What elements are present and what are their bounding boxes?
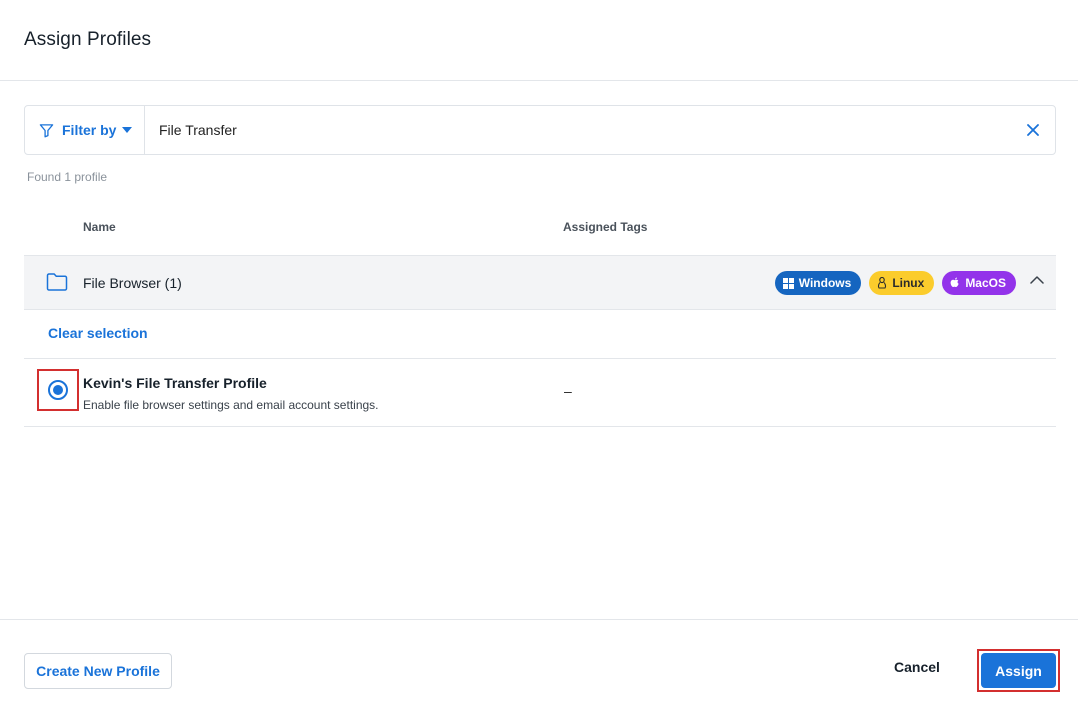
group-name: File Browser (1)	[83, 275, 182, 291]
chevron-up-icon[interactable]	[1030, 276, 1044, 284]
profile-row[interactable]: Kevin's File Transfer Profile Enable fil…	[24, 358, 1056, 427]
assign-profiles-dialog: Assign Profiles Filter by Found 1 profil…	[0, 0, 1078, 720]
close-icon[interactable]	[1025, 122, 1041, 138]
results-count: Found 1 profile	[27, 170, 108, 184]
apple-icon	[950, 277, 959, 287]
caret-down-icon	[122, 127, 133, 133]
filter-bar: Filter by	[24, 105, 1056, 155]
create-new-profile-button[interactable]: Create New Profile	[24, 653, 172, 689]
macos-badge: MacOS	[942, 271, 1016, 295]
filter-by-button[interactable]: Filter by	[25, 106, 145, 154]
linux-badge-label: Linux	[892, 276, 925, 290]
os-badges: Windows Linux MacOS	[774, 271, 1016, 295]
column-header-name: Name	[83, 220, 116, 234]
radio-highlight-frame	[37, 369, 79, 411]
macos-badge-label: MacOS	[965, 276, 1006, 290]
linux-icon	[878, 277, 887, 289]
filter-by-label: Filter by	[62, 122, 117, 138]
profile-group-row[interactable]: File Browser (1) Windows Linux MacOS	[24, 255, 1056, 310]
assign-button[interactable]: Assign	[981, 653, 1056, 688]
windows-icon	[782, 277, 794, 289]
profile-radio-selected[interactable]	[48, 380, 68, 400]
linux-badge: Linux	[869, 271, 935, 295]
filter-search-input[interactable]	[159, 119, 999, 141]
column-header-assigned-tags: Assigned Tags	[563, 220, 648, 234]
cancel-button[interactable]: Cancel	[894, 659, 940, 675]
assign-highlight-frame: Assign	[977, 649, 1060, 692]
windows-badge-label: Windows	[798, 276, 852, 290]
profile-description: Enable file browser settings and email a…	[83, 398, 379, 412]
filter-icon	[39, 123, 54, 137]
dialog-header: Assign Profiles	[0, 0, 1078, 81]
folder-icon	[46, 273, 68, 291]
dialog-footer: Create New Profile Cancel Assign	[0, 619, 1078, 720]
profile-assigned-tags: –	[564, 383, 572, 399]
windows-badge: Windows	[774, 271, 862, 295]
clear-selection-link[interactable]: Clear selection	[48, 325, 148, 341]
profile-name: Kevin's File Transfer Profile	[83, 375, 267, 391]
dialog-title: Assign Profiles	[24, 29, 152, 50]
